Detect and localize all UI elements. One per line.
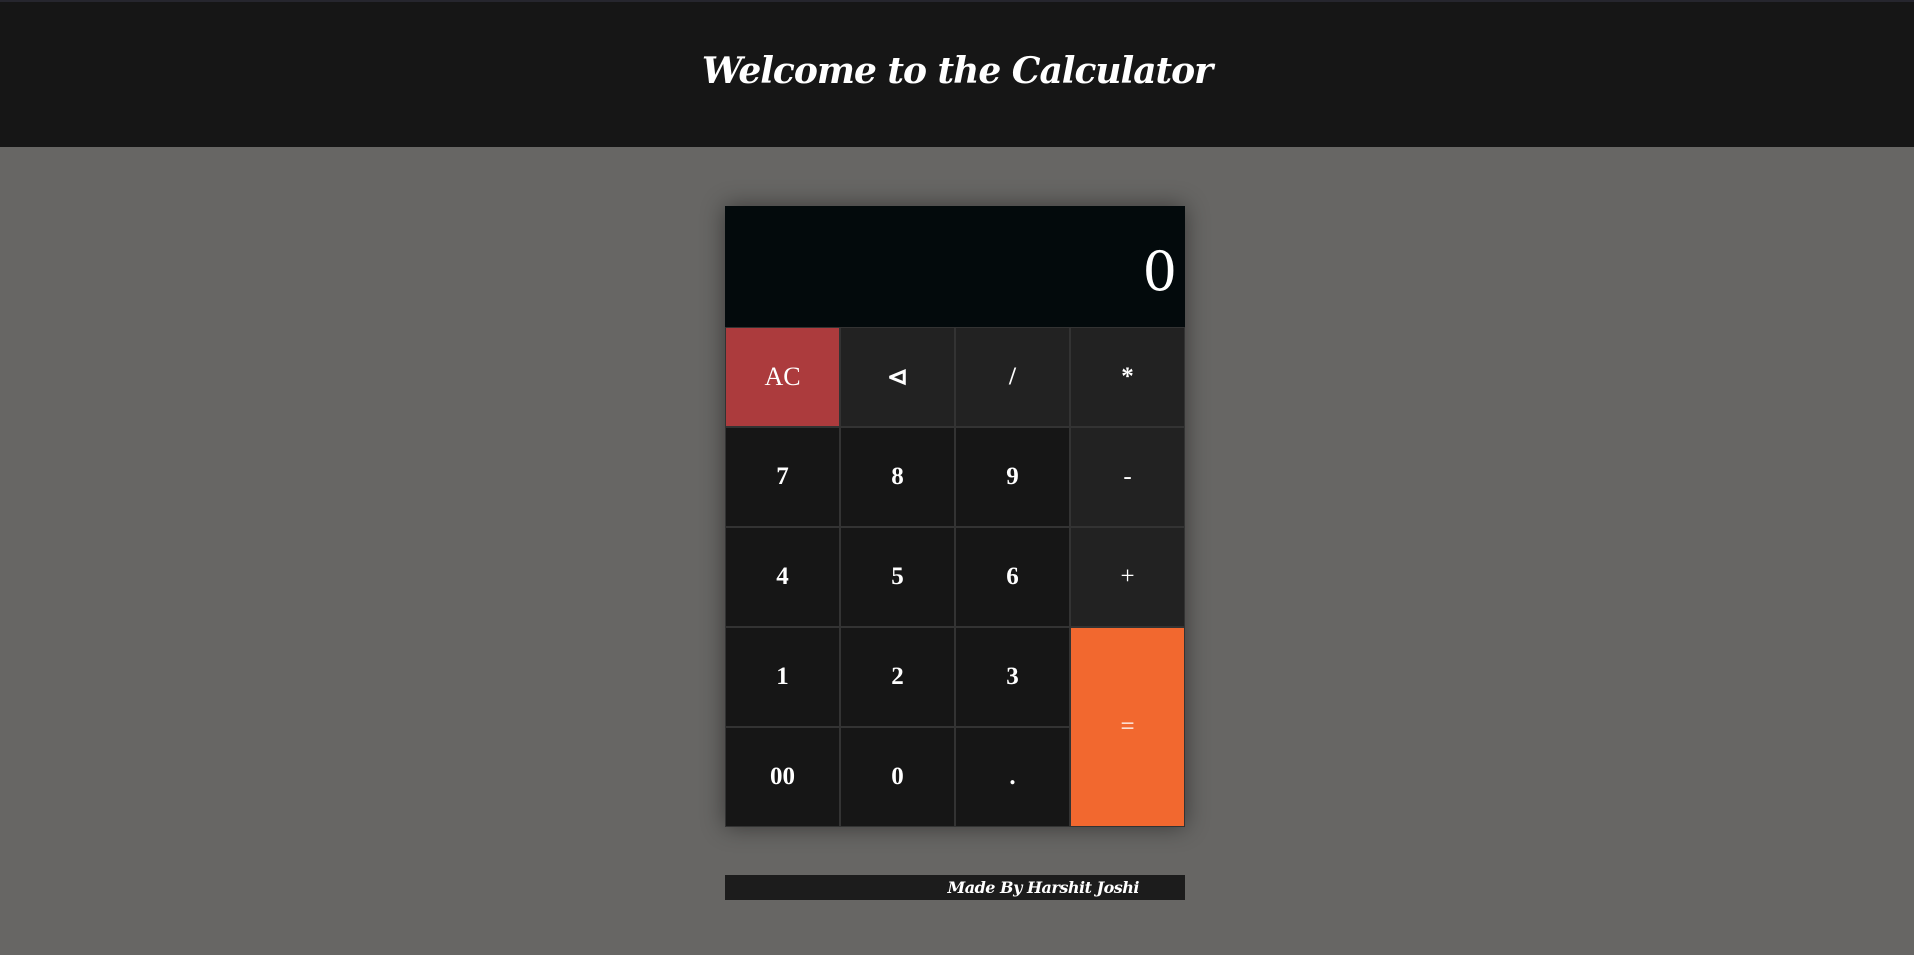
footer-credit: Made By Harshit Joshi: [947, 878, 1140, 897]
minus-button[interactable]: -: [1070, 427, 1185, 527]
backspace-button[interactable]: ⊲: [840, 327, 955, 427]
digit-5-button[interactable]: 5: [840, 527, 955, 627]
calculator: 0 AC ⊲ / * 7 8 9 - 4 5 6 + 1 2 3 = 00 0 …: [725, 206, 1185, 827]
clear-button[interactable]: AC: [725, 327, 840, 427]
digit-3-button[interactable]: 3: [955, 627, 1070, 727]
calculator-display: 0: [725, 206, 1185, 327]
digit-1-button[interactable]: 1: [725, 627, 840, 727]
digit-7-button[interactable]: 7: [725, 427, 840, 527]
display-value: 0: [1142, 240, 1177, 303]
digit-8-button[interactable]: 8: [840, 427, 955, 527]
digit-2-button[interactable]: 2: [840, 627, 955, 727]
double-zero-button[interactable]: 00: [725, 727, 840, 827]
decimal-button[interactable]: .: [955, 727, 1070, 827]
digit-6-button[interactable]: 6: [955, 527, 1070, 627]
page-header: Welcome to the Calculator: [0, 2, 1914, 147]
footer: Made By Harshit Joshi: [725, 875, 1185, 900]
equals-button[interactable]: =: [1070, 627, 1185, 827]
page-title: Welcome to the Calculator: [701, 49, 1213, 92]
digit-0-button[interactable]: 0: [840, 727, 955, 827]
multiply-button[interactable]: *: [1070, 327, 1185, 427]
plus-button[interactable]: +: [1070, 527, 1185, 627]
keypad: AC ⊲ / * 7 8 9 - 4 5 6 + 1 2 3 = 00 0 .: [725, 327, 1185, 827]
digit-9-button[interactable]: 9: [955, 427, 1070, 527]
digit-4-button[interactable]: 4: [725, 527, 840, 627]
divide-button[interactable]: /: [955, 327, 1070, 427]
